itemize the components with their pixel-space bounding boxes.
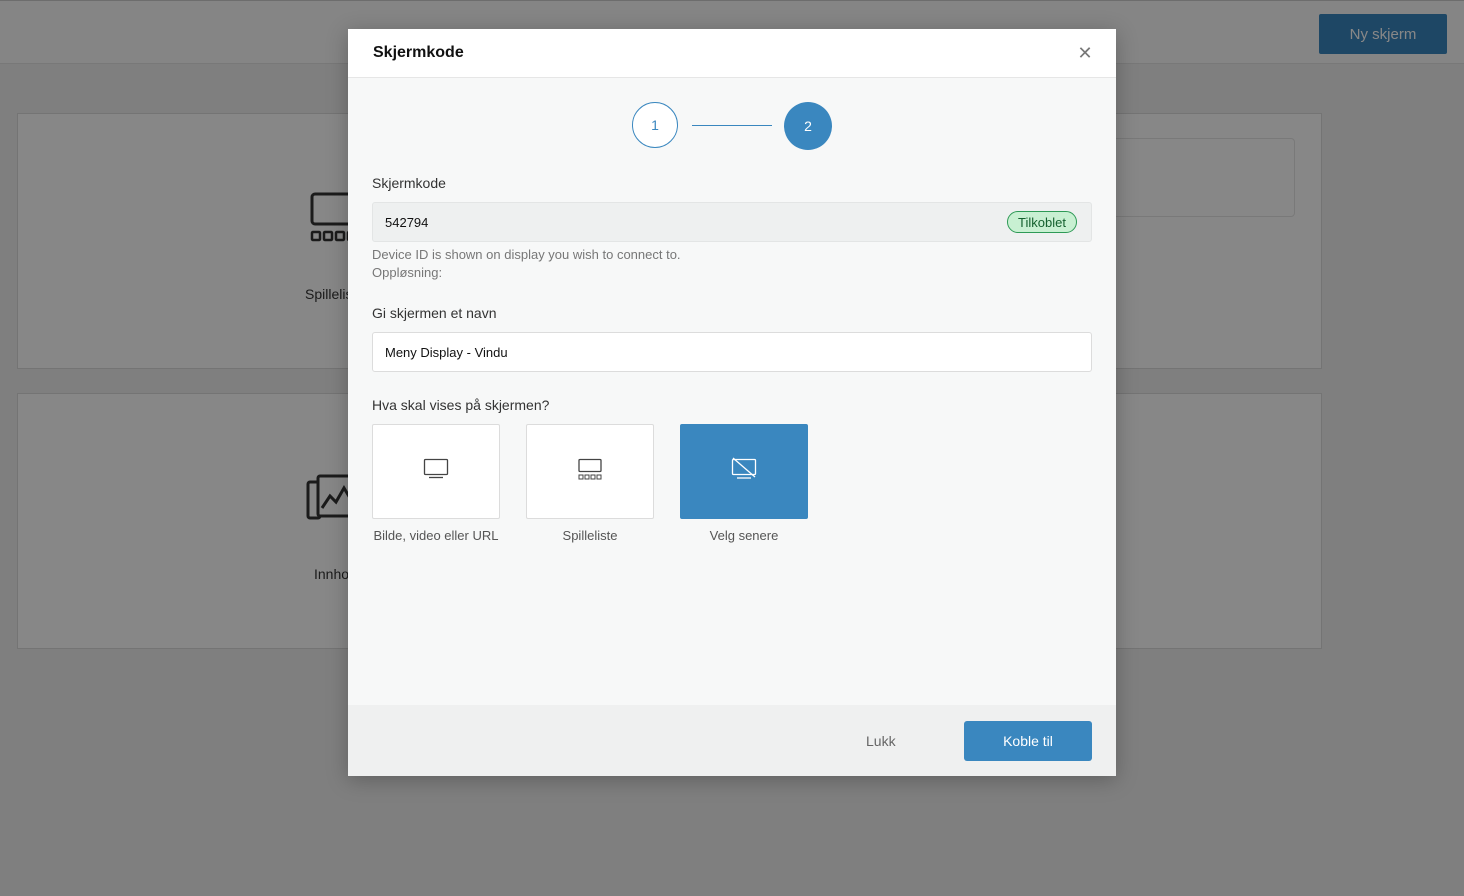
option-choose-later-label: Velg senere xyxy=(709,528,779,543)
screen-code-value: 542794 xyxy=(385,215,429,230)
step-1: 1 xyxy=(632,102,678,148)
option-playlist[interactable] xyxy=(526,424,654,519)
modal-header: Skjermkode ✕ xyxy=(348,29,1116,78)
option-media-label: Bilde, video eller URL xyxy=(373,528,499,543)
screen-code-field: 542794 Tilkoblet xyxy=(372,202,1092,242)
option-playlist-label: Spilleliste xyxy=(562,528,618,543)
connect-button[interactable]: Koble til xyxy=(964,721,1092,761)
content-question: Hva skal vises på skjermen? xyxy=(372,397,550,413)
modal-title: Skjermkode xyxy=(373,44,464,61)
close-icon[interactable]: ✕ xyxy=(1074,42,1096,64)
screen-name-label: Gi skjermen et navn xyxy=(372,305,497,321)
monitor-icon xyxy=(423,458,449,485)
playlist-monitor-icon xyxy=(577,458,603,485)
close-button[interactable]: Lukk xyxy=(866,733,896,749)
monitor-off-icon xyxy=(730,457,758,486)
option-media[interactable] xyxy=(372,424,500,519)
screen-code-modal: Skjermkode ✕ 1 2 Skjermkode 542794 Tilko… xyxy=(348,29,1116,776)
status-badge: Tilkoblet xyxy=(1007,211,1077,233)
screen-name-input[interactable] xyxy=(372,332,1092,372)
option-choose-later[interactable] xyxy=(680,424,808,519)
device-id-help: Device ID is shown on display you wish t… xyxy=(372,247,681,262)
screen-code-label: Skjermkode xyxy=(372,175,446,191)
modal-footer: Lukk Koble til xyxy=(348,705,1116,776)
step-2: 2 xyxy=(784,102,832,150)
resolution-label: Oppløsning: xyxy=(372,265,443,280)
step-connector xyxy=(692,125,772,126)
stepper: 1 2 xyxy=(632,102,832,150)
